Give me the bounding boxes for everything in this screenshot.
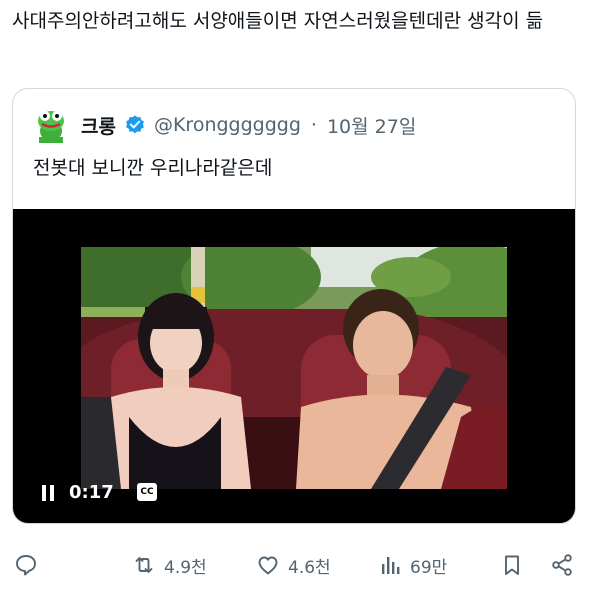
bookmark-button[interactable] bbox=[500, 551, 524, 579]
quote-header: 크롱 @Kronggggggg · 10월 27일 bbox=[33, 107, 416, 143]
views-button[interactable]: 69만 bbox=[378, 551, 447, 579]
video-timestamp: 0:17 bbox=[69, 482, 114, 503]
closed-captions-icon[interactable]: CC bbox=[137, 483, 157, 501]
heart-icon bbox=[258, 556, 278, 575]
quoted-tweet[interactable]: 크롱 @Kronggggggg · 10월 27일 전봇대 보니깐 우리나라같은… bbox=[12, 88, 576, 524]
bookmark-icon bbox=[505, 555, 519, 575]
verified-badge-icon bbox=[126, 115, 144, 134]
retweet-count: 4.9천 bbox=[164, 557, 207, 578]
like-count: 4.6천 bbox=[288, 557, 331, 578]
pause-button[interactable] bbox=[41, 485, 55, 501]
retweet-icon bbox=[135, 557, 153, 573]
share-icon bbox=[552, 554, 572, 576]
quote-text: 전봇대 보니깐 우리나라같은데 bbox=[33, 157, 273, 179]
avatar[interactable] bbox=[33, 107, 69, 143]
quote-author-handle[interactable]: @Kronggggggg bbox=[154, 114, 301, 136]
post-text: 사대주의안하려고해도 서양애들이면 자연스러웠을텐데란 생각이 듦 bbox=[12, 10, 544, 32]
reply-button[interactable] bbox=[14, 551, 38, 579]
view-count: 69만 bbox=[410, 557, 448, 578]
share-button[interactable] bbox=[550, 551, 574, 579]
quote-author-name[interactable]: 크롱 bbox=[81, 112, 116, 139]
video-player[interactable]: 0:17 CC bbox=[13, 209, 575, 523]
quote-date[interactable]: 10월 27일 bbox=[327, 112, 416, 139]
separator-dot: · bbox=[310, 114, 317, 136]
video-frame[interactable] bbox=[81, 247, 507, 489]
speech-bubble-icon bbox=[16, 555, 36, 576]
action-bar: 4.9천 4.6천 69만 bbox=[0, 545, 600, 585]
like-button[interactable]: 4.6천 bbox=[256, 551, 331, 579]
retweet-button[interactable]: 4.9천 bbox=[132, 551, 207, 579]
bar-chart-icon bbox=[382, 557, 400, 574]
